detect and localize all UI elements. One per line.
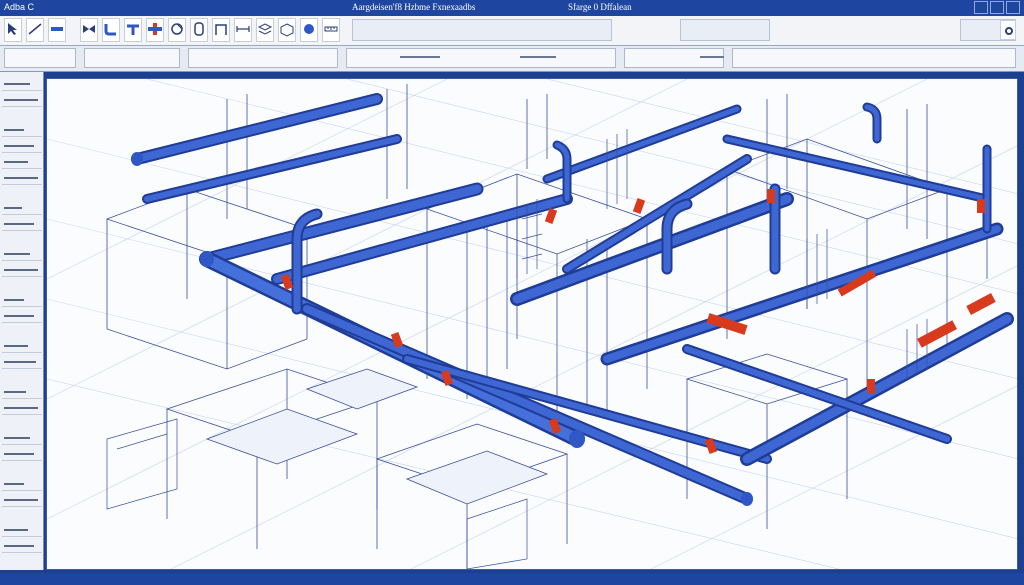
pipe-ends [131, 152, 753, 506]
property-group[interactable] [4, 48, 76, 68]
tank-icon[interactable] [190, 18, 208, 42]
property-row[interactable] [2, 248, 42, 261]
support-icon[interactable] [212, 18, 230, 42]
status-bar [0, 573, 1024, 585]
property-row[interactable] [2, 218, 42, 231]
property-row[interactable] [2, 156, 42, 169]
property-row[interactable] [2, 386, 42, 399]
property-row[interactable] [2, 340, 42, 353]
property-group[interactable] [732, 48, 1016, 68]
structural-frames [105, 84, 988, 569]
property-group[interactable] [84, 48, 180, 68]
select-icon[interactable] [4, 18, 22, 42]
property-row[interactable] [2, 432, 42, 445]
pipe-icon[interactable] [48, 18, 66, 42]
minimize-icon[interactable] [974, 1, 988, 14]
isometric-piping-model [47, 79, 1017, 569]
render-icon[interactable] [300, 18, 318, 42]
property-row[interactable] [2, 540, 42, 553]
divider [700, 56, 724, 58]
property-row[interactable] [2, 356, 42, 369]
document-title: Aargdeisen'f8 Hzbme Fxnexaadbs [352, 2, 476, 12]
divider [400, 56, 440, 58]
property-row[interactable] [2, 140, 42, 153]
property-row[interactable] [2, 202, 42, 215]
close-icon[interactable] [1006, 1, 1020, 14]
property-group[interactable] [624, 48, 724, 68]
property-row[interactable] [2, 264, 42, 277]
ribbon-panel [352, 19, 612, 41]
property-row[interactable] [2, 172, 42, 185]
flange-icon[interactable] [146, 18, 164, 42]
line-icon[interactable] [26, 18, 44, 42]
window-controls [974, 1, 1020, 14]
property-group[interactable] [346, 48, 616, 68]
view-icon[interactable] [278, 18, 296, 42]
dimension-icon[interactable] [234, 18, 252, 42]
maximize-icon[interactable] [990, 1, 1004, 14]
property-row[interactable] [2, 78, 42, 91]
property-row[interactable] [2, 310, 42, 323]
title-bar: Adba C Aargdeisen'f8 Hzbme Fxnexaadbs Sf… [0, 0, 1024, 16]
property-row[interactable] [2, 402, 42, 415]
property-row[interactable] [2, 494, 42, 507]
options-bar [0, 46, 1024, 72]
valve-icon[interactable] [80, 18, 98, 42]
properties-panel [0, 72, 44, 570]
drawing-canvas[interactable] [46, 78, 1018, 570]
ribbon-toolbar [0, 16, 1024, 46]
elbow-icon[interactable] [102, 18, 120, 42]
settings-icon[interactable] [1000, 20, 1016, 40]
property-row[interactable] [2, 124, 42, 137]
workspace-title: Sfarge 0 Dffalean [568, 2, 632, 12]
divider [520, 56, 556, 58]
pump-icon[interactable] [168, 18, 186, 42]
property-group[interactable] [188, 48, 338, 68]
measure-icon[interactable] [322, 18, 340, 42]
grid-lines [47, 79, 1017, 569]
property-row[interactable] [2, 94, 42, 107]
property-row[interactable] [2, 294, 42, 307]
property-row[interactable] [2, 478, 42, 491]
layer-icon[interactable] [256, 18, 274, 42]
tee-icon[interactable] [124, 18, 142, 42]
property-row[interactable] [2, 448, 42, 461]
app-title: Adba C [4, 2, 35, 12]
property-row[interactable] [2, 524, 42, 537]
ribbon-panel [680, 19, 770, 41]
